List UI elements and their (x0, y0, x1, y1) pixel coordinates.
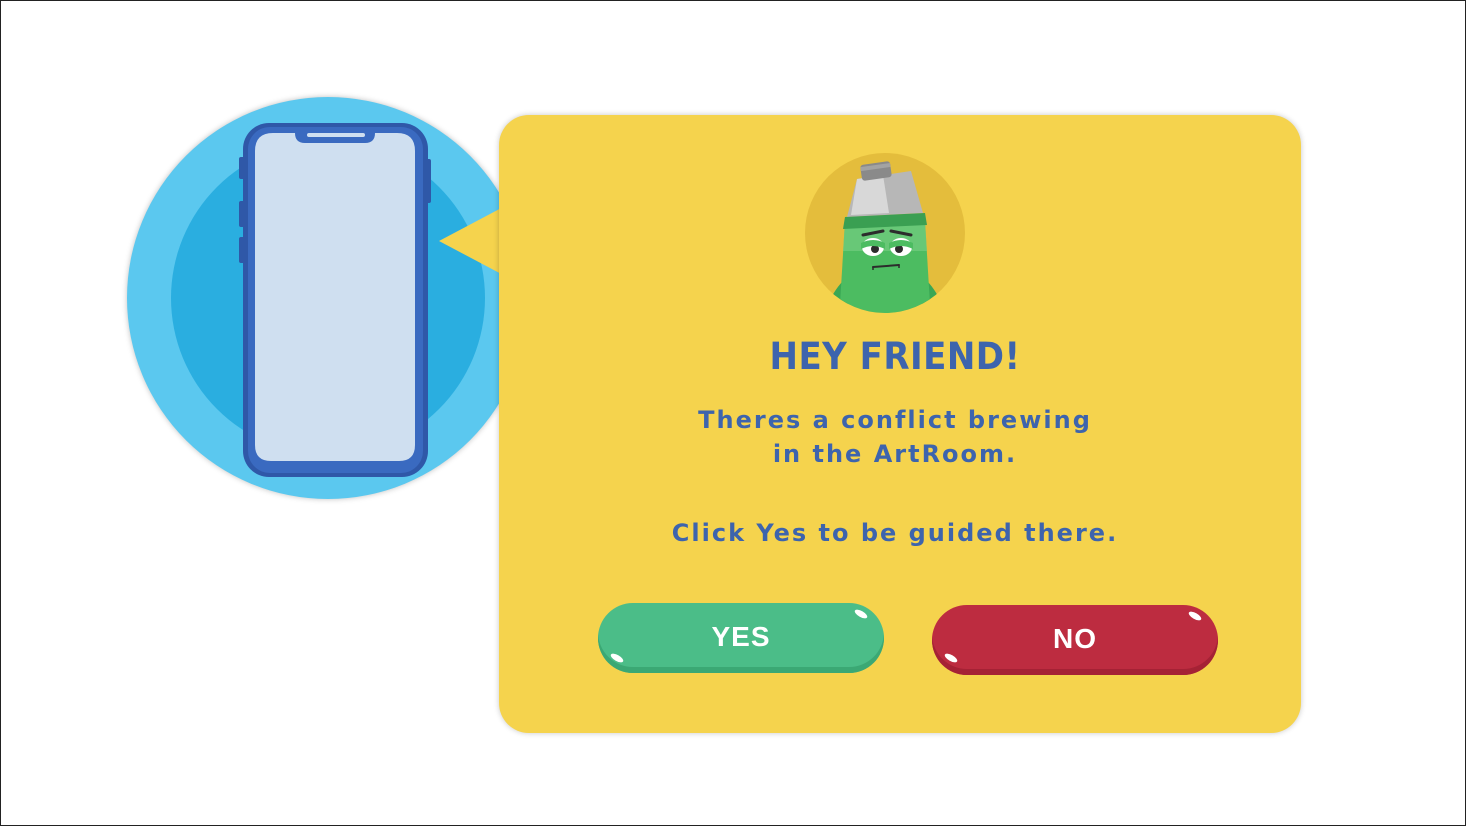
button-shine-top (853, 607, 869, 621)
paint-tube-character-avatar (805, 153, 965, 313)
button-shine-bottom (609, 651, 625, 665)
smartphone-icon (239, 123, 431, 477)
no-button-label: NO (1053, 623, 1097, 654)
yes-button-label: YES (711, 621, 771, 652)
dialog-message-line-2: in the ArtRoom. (772, 440, 1018, 468)
app-frame: HEY FRIEND! Theres a conflict brewing in… (0, 0, 1466, 826)
no-button[interactable]: NO (932, 605, 1218, 675)
button-shine-bottom (943, 651, 959, 665)
dialog-message-line-1: Theres a conflict brewing (698, 406, 1092, 434)
yes-button[interactable]: YES (598, 603, 884, 673)
button-shine-top (1187, 609, 1203, 623)
dialog-title: HEY FRIEND! (769, 335, 1021, 378)
dialog-message-line-3: Click Yes to be guided there. (671, 519, 1119, 547)
